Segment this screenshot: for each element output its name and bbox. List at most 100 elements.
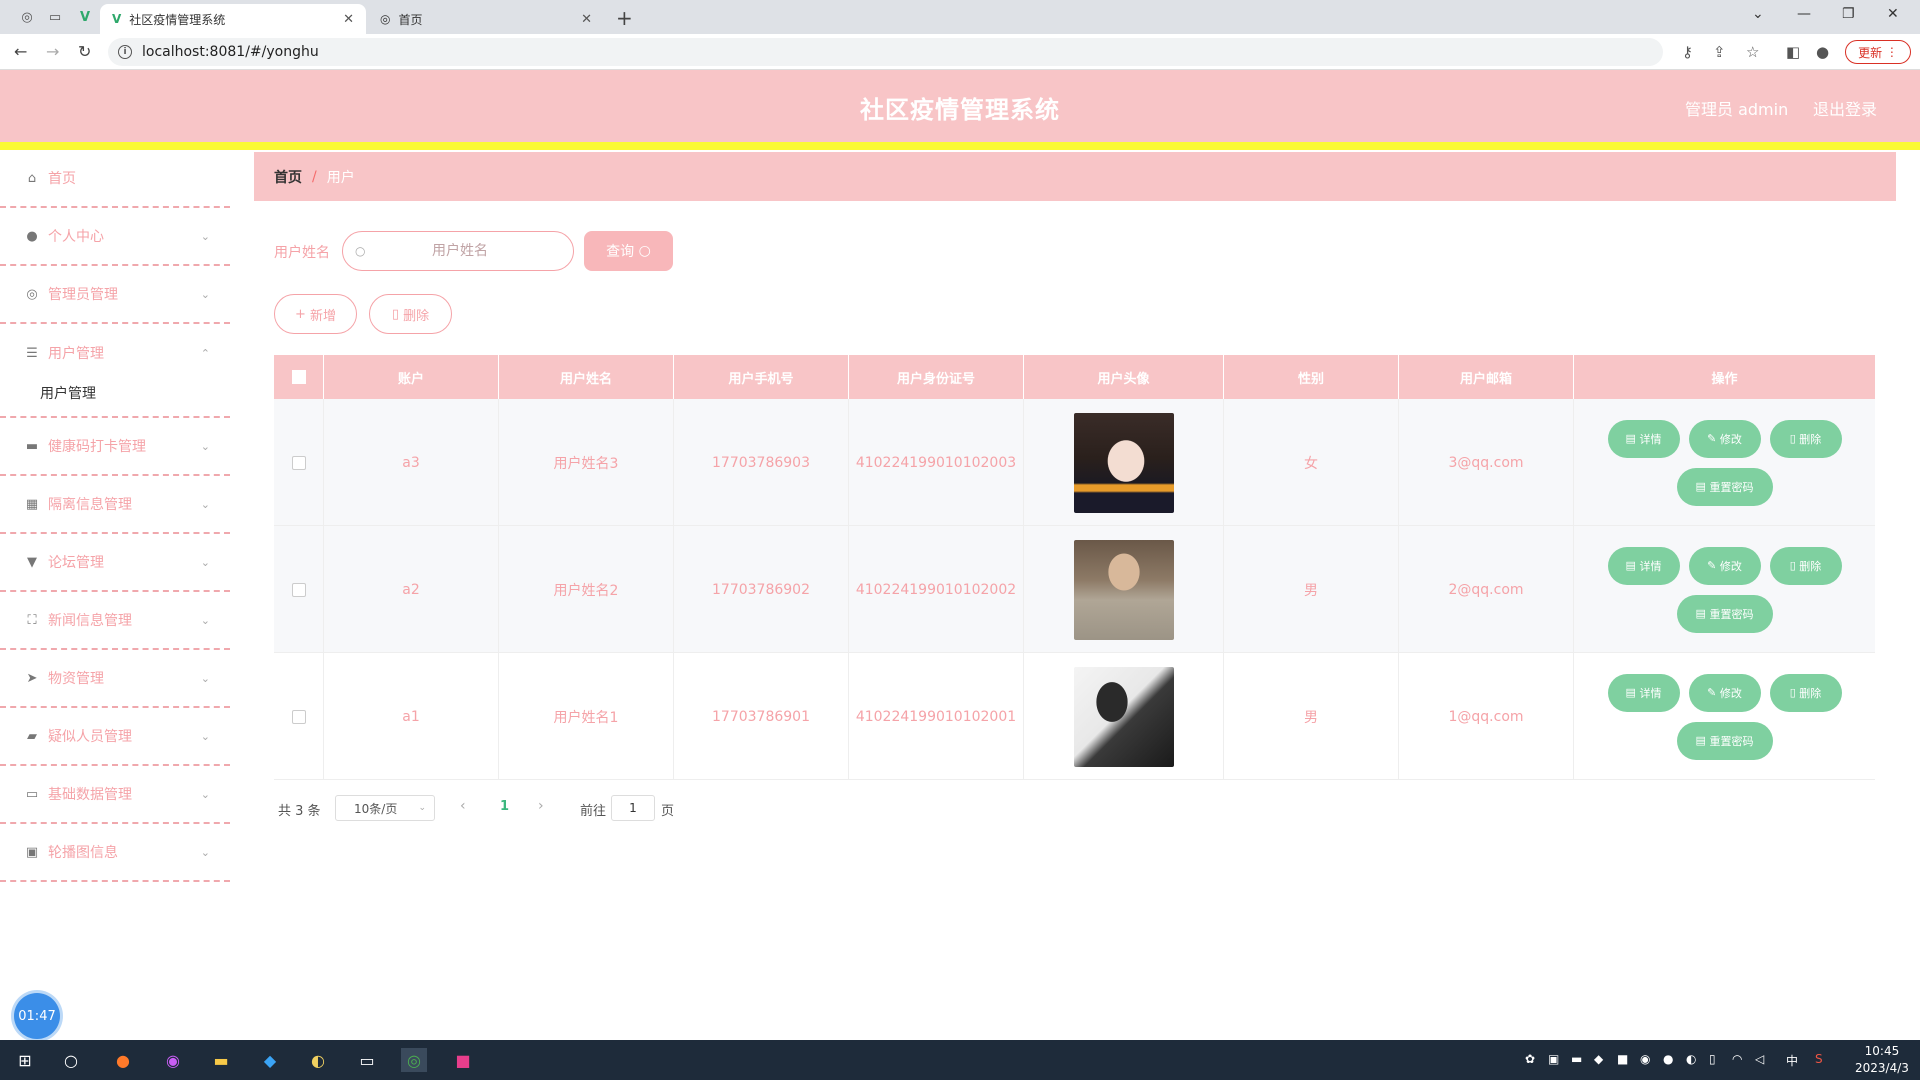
firefox-icon[interactable]: ● [110, 1048, 136, 1072]
breadcrumb-home[interactable]: 首页 [274, 167, 302, 187]
tab-active[interactable]: V 社区疫情管理系统 ✕ [100, 4, 366, 34]
header-accent-strip [0, 142, 1920, 150]
logout-link[interactable]: 退出登录 [1813, 96, 1877, 120]
sidebar-subitem-user-management[interactable]: 用户管理 [0, 368, 230, 418]
sidebar-item-label: 个人中心 [48, 229, 104, 245]
share-icon[interactable]: ⇪ [1713, 43, 1726, 61]
url-field[interactable]: i localhost:8081/#/yonghu [108, 38, 1663, 66]
chrome-icon[interactable]: ◎ [401, 1048, 427, 1072]
goto-page-input[interactable] [611, 795, 655, 821]
pinned-tab-blank-icon[interactable]: ▭ [44, 6, 66, 28]
reset-password-button[interactable]: ▤ 重置密码 [1676, 721, 1773, 760]
minimize-icon[interactable]: — [1797, 6, 1811, 22]
search-icon[interactable]: ○ [58, 1048, 84, 1072]
row-checkbox[interactable] [291, 709, 306, 724]
reset-password-button[interactable]: ▤ 重置密码 [1676, 594, 1773, 633]
search-button[interactable]: 查询 ○ [584, 231, 673, 271]
key-icon[interactable]: ⚷ [1682, 43, 1693, 61]
back-arrow-icon[interactable]: ← [14, 42, 27, 61]
sidebar-item-quarantine[interactable]: ▦ 隔离信息管理 ⌄ [0, 476, 230, 534]
sidebar-item-suspects[interactable]: ▰ 疑似人员管理 ⌄ [0, 708, 230, 766]
timer-badge[interactable]: 01:47 [14, 993, 60, 1039]
page-number[interactable]: 1 [500, 799, 509, 814]
next-page-icon[interactable]: › [538, 798, 544, 814]
restore-icon[interactable]: ❐ [1842, 6, 1855, 22]
row-checkbox[interactable] [291, 455, 306, 470]
sidebar-item-health-code[interactable]: ▬ 健康码打卡管理 ⌄ [0, 418, 230, 476]
sidebar-item-label: 基础数据管理 [48, 787, 132, 803]
sidepanel-icon[interactable]: ◧ [1786, 43, 1800, 61]
sidebar-item-supplies[interactable]: ➤ 物资管理 ⌄ [0, 650, 230, 708]
wechat-icon[interactable]: ● [1663, 1052, 1673, 1066]
ime-indicator[interactable]: 中 [1786, 1052, 1798, 1069]
tray-icon[interactable]: ◐ [1686, 1052, 1696, 1066]
sidebar-item-news[interactable]: ⛶ 新闻信息管理 ⌄ [0, 592, 230, 650]
clipboard-icon: ▣ [25, 844, 39, 860]
detail-button[interactable]: ▤ 详情 [1607, 419, 1680, 458]
usb-icon[interactable]: ▯ [1709, 1052, 1716, 1066]
info-icon[interactable]: i [118, 45, 132, 59]
search-input[interactable] [375, 243, 545, 259]
select-all-checkbox[interactable] [291, 370, 306, 384]
shield-icon[interactable]: ◆ [1594, 1052, 1603, 1066]
tray-icon[interactable]: ◉ [1640, 1052, 1650, 1066]
detail-button[interactable]: ▤ 详情 [1607, 546, 1680, 585]
vscode-icon[interactable]: ◆ [257, 1048, 283, 1072]
cell-account: a1 [324, 653, 499, 780]
row-checkbox[interactable] [291, 582, 306, 597]
edit-button[interactable]: ✎ 修改 [1688, 546, 1761, 585]
close-icon[interactable]: ✕ [343, 12, 354, 27]
edit-button[interactable]: ✎ 修改 [1688, 673, 1761, 712]
sogou-icon[interactable]: S [1815, 1052, 1823, 1066]
pinned-tab-vue-icon[interactable]: V [74, 6, 96, 28]
edit-button[interactable]: ✎ 修改 [1688, 419, 1761, 458]
sidebar-item-admins[interactable]: ◎ 管理员管理 ⌄ [0, 266, 230, 324]
app-icon[interactable]: ◉ [160, 1048, 186, 1072]
sidebar-item-forum[interactable]: ▼ 论坛管理 ⌄ [0, 534, 230, 592]
window-close-icon[interactable]: ✕ [1887, 6, 1899, 22]
page-size-select[interactable]: 10条/页 ⌄ [335, 795, 435, 821]
clock[interactable]: 10:45 2023/4/3 [1855, 1043, 1909, 1077]
tray-icon[interactable]: ■ [1617, 1052, 1628, 1066]
sidebar-item-carousel[interactable]: ▣ 轮播图信息 ⌄ [0, 824, 230, 882]
search-field[interactable]: ○ [342, 231, 574, 271]
pinned-tab-globe-icon[interactable]: ◎ [16, 6, 38, 28]
sidebar-item-home[interactable]: ⌂ 首页 [0, 150, 230, 208]
sidebar-item-basic-data[interactable]: ▭ 基础数据管理 ⌄ [0, 766, 230, 824]
profile-icon[interactable]: ● [1816, 43, 1829, 61]
row-delete-button[interactable]: ▯ 删除 [1769, 673, 1842, 712]
column-header: 账户 [324, 355, 499, 399]
tray-icon[interactable]: ▣ [1548, 1052, 1559, 1066]
detail-button[interactable]: ▤ 详情 [1607, 673, 1680, 712]
tab-search-chevron-icon[interactable]: ⌄ [1752, 6, 1764, 22]
intellij-icon[interactable]: ■ [450, 1048, 476, 1072]
delete-button[interactable]: ▯ 删除 [369, 294, 452, 334]
star-icon[interactable]: ☆ [1746, 43, 1759, 61]
row-delete-button[interactable]: ▯ 删除 [1769, 546, 1842, 585]
add-button[interactable]: + 新增 [274, 294, 357, 334]
edit-label: 修改 [1719, 432, 1742, 446]
new-tab-button[interactable]: + [616, 6, 633, 30]
tray-icon[interactable]: ✿ [1525, 1052, 1535, 1066]
forward-arrow-icon[interactable]: → [46, 42, 59, 61]
column-header: 用户身份证号 [849, 355, 1024, 399]
search-icon: ○ [355, 244, 366, 258]
windows-start-icon[interactable]: ⊞ [12, 1048, 38, 1072]
reset-password-button[interactable]: ▤ 重置密码 [1676, 467, 1773, 506]
terminal-icon[interactable]: ▭ [354, 1048, 380, 1072]
prev-page-icon[interactable]: ‹ [460, 798, 466, 814]
sidebar-item-profile[interactable]: ● 个人中心 ⌄ [0, 208, 230, 266]
doc-icon: ▤ [1695, 734, 1706, 747]
close-icon[interactable]: ✕ [581, 12, 592, 27]
tray-icon[interactable]: ▬ [1571, 1052, 1582, 1066]
reload-icon[interactable]: ↻ [78, 42, 91, 61]
update-button[interactable]: 更新 ⋮ [1845, 40, 1911, 64]
cell-avatar [1024, 399, 1224, 526]
app-icon[interactable]: ◐ [305, 1048, 331, 1072]
row-delete-button[interactable]: ▯ 删除 [1769, 419, 1842, 458]
folder-icon[interactable]: ▬ [208, 1048, 234, 1072]
wifi-icon[interactable]: ◠ [1732, 1052, 1742, 1066]
delete-label: 删除 [1799, 559, 1822, 573]
volume-icon[interactable]: ◁ [1755, 1052, 1764, 1066]
tab-home[interactable]: ◎ 首页 ✕ [368, 4, 604, 34]
